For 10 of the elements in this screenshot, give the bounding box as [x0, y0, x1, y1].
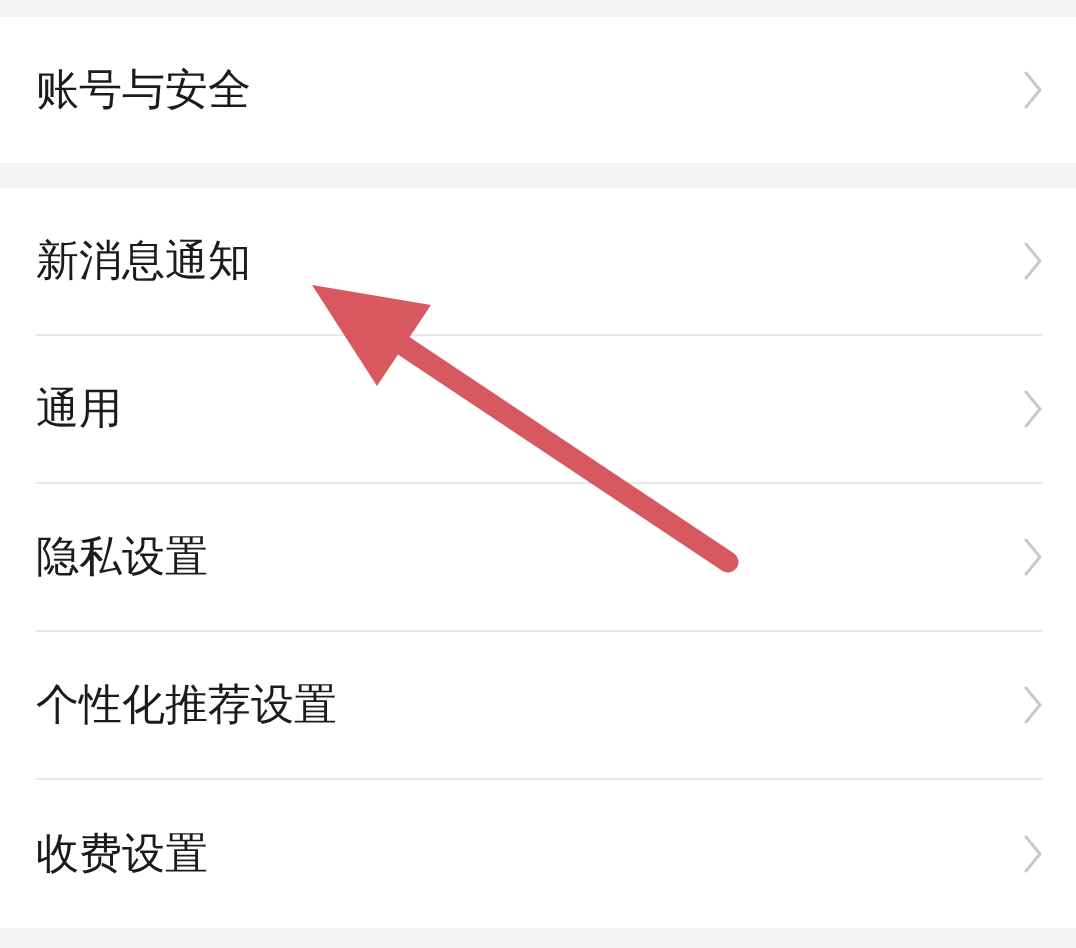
chevron-right-icon	[1023, 835, 1043, 873]
chevron-right-icon	[1023, 686, 1043, 724]
settings-item[interactable]: 个性化推荐设置	[36, 632, 1043, 780]
chevron-right-icon	[1023, 390, 1043, 428]
chevron-right-icon	[1023, 71, 1043, 109]
settings-item[interactable]: 收费设置	[36, 780, 1043, 928]
settings-item[interactable]: 账号与安全	[36, 17, 1043, 163]
chevron-right-icon	[1023, 242, 1043, 280]
chevron-right-icon	[1023, 538, 1043, 576]
settings-item[interactable]: 隐私设置	[36, 484, 1043, 632]
